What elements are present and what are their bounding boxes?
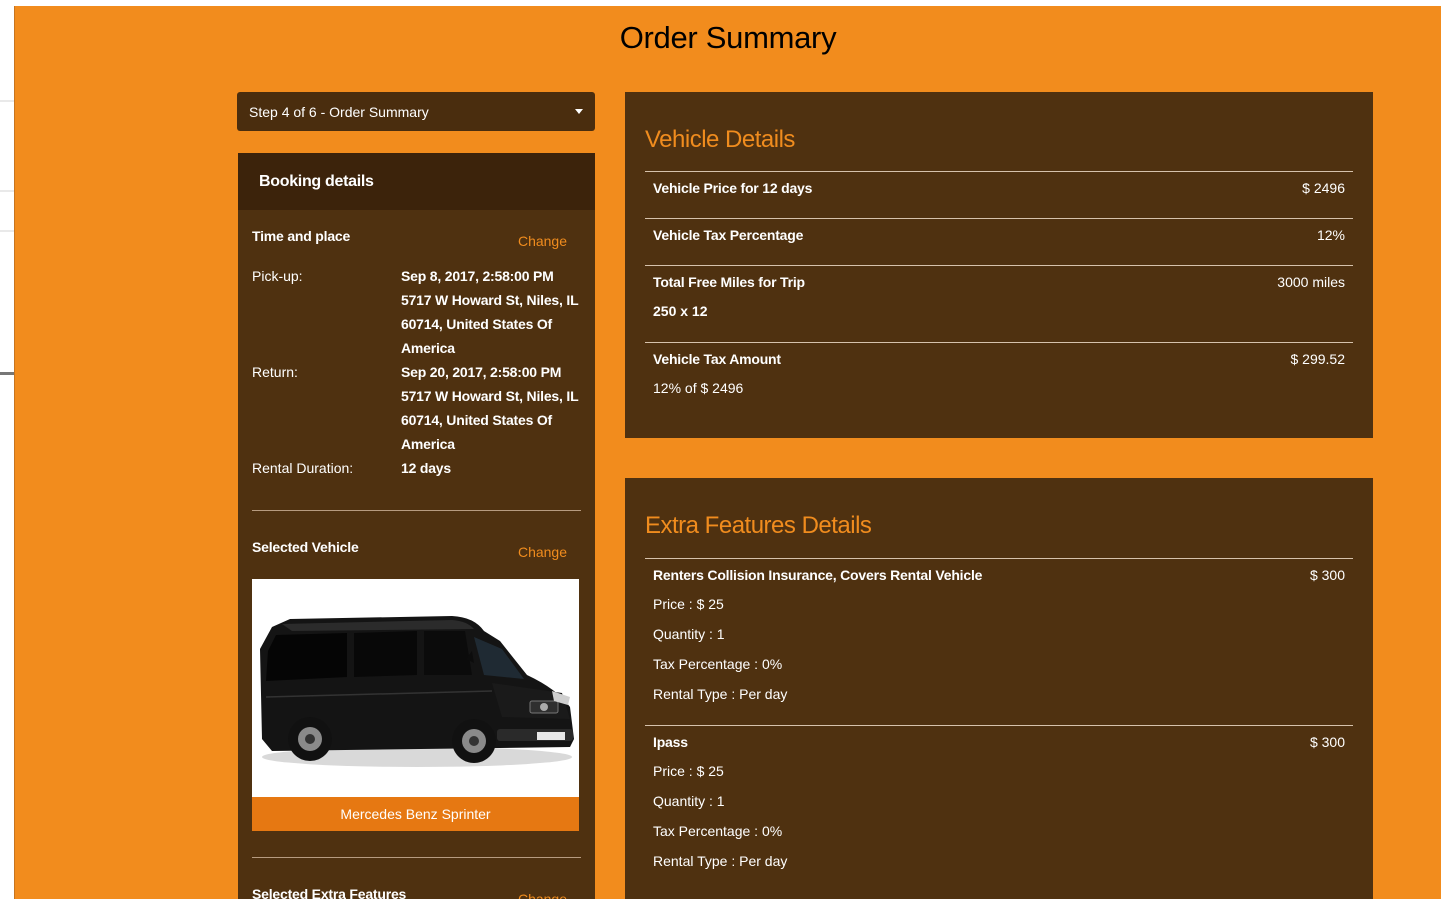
booking-details-panel: Booking details Time and place Change Pi…: [238, 153, 595, 899]
extra-feature-tax: Tax Percentage : 0%: [653, 656, 783, 672]
step-dropdown-label: Step 4 of 6 - Order Summary: [249, 103, 429, 120]
order-summary-page: Order Summary Step 4 of 6 - Order Summar…: [14, 6, 1441, 899]
vehicle-tax-percentage-row: Vehicle Tax Percentage 12%: [645, 218, 1353, 265]
step-dropdown[interactable]: Step 4 of 6 - Order Summary: [237, 92, 595, 131]
time-place-section: Time and place Change Pick-up: Sep 8, 20…: [238, 210, 595, 510]
extra-features-card: Extra Features Details Renters Collision…: [625, 478, 1373, 899]
vehicle-tax-amount-label: Vehicle Tax Amount: [653, 351, 781, 367]
selected-extras-section: Selected Extra Features Change: [238, 858, 595, 899]
backdrop-strip: [0, 372, 14, 375]
change-extras-link[interactable]: Change: [518, 891, 567, 899]
backdrop-strip: [0, 230, 14, 232]
free-miles-label: Total Free Miles for Trip: [653, 274, 805, 290]
selected-vehicle-section: Selected Vehicle Change: [238, 511, 595, 579]
change-vehicle-link[interactable]: Change: [518, 544, 567, 560]
extra-features-title: Extra Features Details: [645, 512, 872, 539]
extra-feature-item: Ipass $ 300 Price : $ 25 Quantity : 1 Ta…: [645, 725, 1353, 892]
vehicle-tax-calculation: 12% of $ 2496: [653, 380, 744, 396]
extra-feature-amount: $ 300: [1309, 734, 1345, 750]
extra-feature-price: Price : $ 25: [653, 763, 724, 779]
vehicle-tax-amount-value: $ 299.52: [1290, 351, 1346, 367]
vehicle-price-label: Vehicle Price for 12 days: [653, 180, 813, 196]
extra-feature-quantity: Quantity : 1: [653, 793, 725, 809]
booking-details-header: Booking details: [238, 153, 595, 210]
pickup-value: Sep 8, 2017, 2:58:00 PM 5717 W Howard St…: [401, 268, 579, 356]
vehicle-price-row: Vehicle Price for 12 days $ 2496: [645, 171, 1353, 218]
backdrop-strip: [0, 100, 14, 102]
van-image: [260, 616, 574, 767]
free-miles-calculation: 250 x 12: [653, 303, 708, 319]
extra-feature-amount: $ 300: [1309, 567, 1345, 583]
vehicle-tax-percentage-amount: 12%: [1316, 227, 1345, 243]
extra-feature-quantity: Quantity : 1: [653, 626, 725, 642]
extra-feature-rental-type: Rental Type : Per day: [653, 686, 788, 702]
vehicle-tax-percentage-label: Vehicle Tax Percentage: [653, 227, 804, 243]
vehicle-price-amount: $ 2496: [1302, 180, 1345, 196]
return-row: Return: Sep 20, 2017, 2:58:00 PM 5717 W …: [252, 360, 581, 456]
extra-feature-rental-type: Rental Type : Per day: [653, 853, 788, 869]
page-title: Order Summary: [619, 20, 837, 55]
duration-value: 12 days: [401, 460, 451, 476]
vehicle-details-title: Vehicle Details: [645, 126, 795, 153]
vehicle-name-label[interactable]: Mercedes Benz Sprinter: [252, 797, 579, 831]
caret-down-icon: [575, 109, 583, 114]
extra-feature-name: Renters Collision Insurance, Covers Rent…: [653, 567, 983, 583]
return-label: Return:: [252, 364, 298, 380]
return-value: Sep 20, 2017, 2:58:00 PM 5717 W Howard S…: [401, 364, 579, 452]
duration-row: Rental Duration: 12 days: [252, 456, 581, 480]
free-miles-row: Total Free Miles for Trip 3000 miles 250…: [645, 265, 1353, 342]
extra-feature-name: Ipass: [653, 734, 688, 750]
vehicle-details-card: Vehicle Details Vehicle Price for 12 day…: [625, 92, 1373, 438]
pickup-label: Pick-up:: [252, 268, 303, 284]
extra-feature-price: Price : $ 25: [653, 596, 724, 612]
free-miles-amount: 3000 miles: [1277, 274, 1345, 290]
extra-feature-tax: Tax Percentage : 0%: [653, 823, 783, 839]
duration-label: Rental Duration:: [252, 460, 354, 476]
extra-feature-item: Renters Collision Insurance, Covers Rent…: [645, 558, 1353, 725]
change-time-place-link[interactable]: Change: [518, 233, 567, 249]
vehicle-tax-amount-row: Vehicle Tax Amount $ 299.52 12% of $ 249…: [645, 342, 1353, 431]
vehicle-image: [252, 579, 579, 797]
pickup-row: Pick-up: Sep 8, 2017, 2:58:00 PM 5717 W …: [252, 264, 581, 360]
backdrop-strip: [0, 190, 14, 192]
